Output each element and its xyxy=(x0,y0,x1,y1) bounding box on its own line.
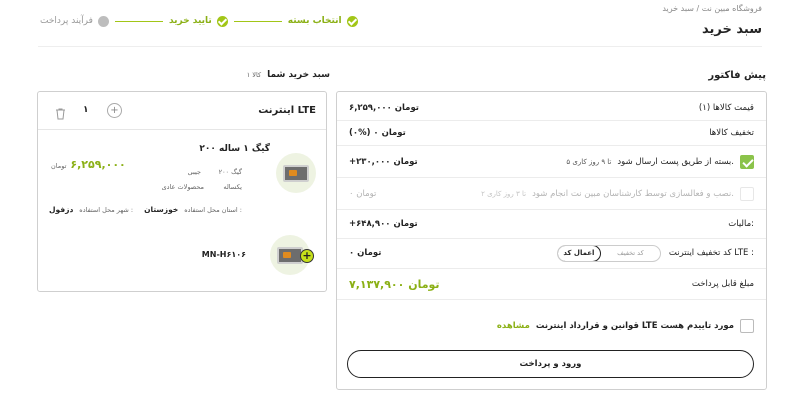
discount-label: تخفیف کالاها xyxy=(709,128,754,138)
coupon-row: ۰ تومان اعمال کد کد تخفیف کد تخفیف اینتر… xyxy=(337,242,766,264)
page-title: سبد خرید xyxy=(702,22,762,37)
cart-count: ۱ کالا xyxy=(246,71,262,79)
shipping-option[interactable]: +۲۳۰,۰۰۰ تومان ۵ تا ۹ روز کاری بسته از ط… xyxy=(337,149,766,175)
divider xyxy=(337,145,766,146)
sim-package-image xyxy=(276,153,316,193)
step-connector xyxy=(233,20,282,22)
terms-checkbox[interactable] xyxy=(740,319,754,333)
items-price-value: ۶,۲۵۹,۰۰۰ تومان xyxy=(349,103,419,113)
province-label: استان محل استفاده : xyxy=(184,205,242,214)
cart-section-title: اینترنت LTE xyxy=(258,105,316,116)
quantity-value[interactable]: ۱ xyxy=(83,105,89,115)
city-label: شهر محل استفاده : xyxy=(79,205,134,214)
shipping-label: بسته از طریق پست ارسال شود. xyxy=(617,157,734,167)
payable-row: ۷,۱۳۷,۹۰۰ تومان مبلغ قابل پرداخت xyxy=(337,273,766,295)
spec-category: محصولات عادی xyxy=(161,183,204,191)
items-price-label: قیمت کالاها (۱) xyxy=(698,103,754,113)
shipping-value: +۲۳۰,۰۰۰ تومان xyxy=(349,157,418,167)
price-unit: تومان xyxy=(51,162,67,170)
cart-section-header: اینترنت LTE ۱ + xyxy=(38,92,326,130)
province-row: خوزستان استان محل استفاده : xyxy=(144,205,242,214)
product-price: تومان ۶,۲۵۹,۰۰۰ xyxy=(51,158,126,171)
breadcrumb[interactable]: فروشگاه مبین نت / سبد خرید xyxy=(662,4,762,13)
price-value: ۶,۲۵۹,۰۰۰ xyxy=(70,158,126,171)
install-checkbox[interactable] xyxy=(740,187,754,201)
shipping-checkbox[interactable] xyxy=(740,155,754,169)
tax-row: +۶۴۸,۹۰۰ تومان مالیات: xyxy=(337,213,766,235)
coupon-input[interactable]: کد تخفیف xyxy=(601,249,660,257)
header-divider xyxy=(38,46,762,47)
discount-value: (۰%) ۰ تومان xyxy=(349,128,406,138)
coupon-value: ۰ تومان xyxy=(349,248,382,258)
step-payment: فرآیند پرداخت xyxy=(40,15,109,27)
install-note: ۲ تا ۳ روز کاری xyxy=(481,190,527,198)
step-package-label: انتخاب بسته xyxy=(287,16,342,26)
step-confirm-label: تایید خرید xyxy=(168,16,212,26)
check-icon xyxy=(216,15,228,27)
spec-volume: ۲۰۰ گیگ xyxy=(218,168,242,176)
cart-header: ۱ کالا سبد خرید شما xyxy=(247,70,330,80)
terms-link[interactable]: مشاهده xyxy=(497,321,530,331)
divider xyxy=(337,268,766,269)
check-icon xyxy=(346,15,358,27)
install-label: نصب و فعالسازی توسط کارشناسان مبین نت ان… xyxy=(532,189,734,199)
discount-row: (۰%) ۰ تومان تخفیف کالاها xyxy=(337,123,766,143)
pending-icon xyxy=(97,15,109,27)
cart-title: سبد خرید شما xyxy=(267,70,330,80)
modem-code: MN-H۶۱۰۶ xyxy=(201,250,246,259)
city-value: دزفول xyxy=(49,205,74,214)
step-payment-label: فرآیند پرداخت xyxy=(40,16,93,26)
payable-label: مبلغ قابل پرداخت xyxy=(691,279,754,289)
product-name: ۲۰۰ گیگ ۱ ساله xyxy=(199,144,270,154)
terms-text: قوانین و قرارداد اینترنت LTE مورد تاییدم… xyxy=(535,321,734,331)
spec-duration: یکساله xyxy=(223,183,242,191)
add-modem-icon[interactable]: + xyxy=(300,249,314,263)
router-icon xyxy=(283,164,309,182)
divider xyxy=(337,299,766,300)
product-info: ۲۰۰ گیگ ۱ ساله xyxy=(199,144,270,154)
divider xyxy=(337,238,766,239)
step-connector xyxy=(114,20,163,22)
cart-card: اینترنت LTE ۱ + ۲۰۰ گیگ ۱ ساله ۲۰۰ گیگ ج… xyxy=(37,91,327,292)
plus-icon[interactable]: + xyxy=(107,103,122,118)
tax-label: مالیات: xyxy=(728,219,754,229)
install-value: ۰ تومان xyxy=(349,189,377,199)
step-package: انتخاب بسته xyxy=(287,15,358,27)
province-value: خوزستان xyxy=(144,205,179,214)
divider xyxy=(337,209,766,210)
shipping-note: ۵ تا ۹ روز کاری xyxy=(566,158,612,166)
invoice-title: پیش فاکتور xyxy=(708,70,766,81)
coupon-label: کد تخفیف اینترنت LTE : xyxy=(668,248,754,258)
checkout-steps: فرآیند پرداخت تایید خرید انتخاب بسته xyxy=(40,12,358,30)
install-option[interactable]: ۰ تومان ۲ تا ۳ روز کاری نصب و فعالسازی ت… xyxy=(337,181,766,207)
step-confirm: تایید خرید xyxy=(168,15,228,27)
apply-coupon-button[interactable]: اعمال کد xyxy=(557,245,601,261)
divider xyxy=(337,120,766,121)
trash-icon[interactable] xyxy=(54,105,67,120)
spec-type: جیبی xyxy=(187,168,201,176)
payable-value: ۷,۱۳۷,۹۰۰ تومان xyxy=(349,277,440,291)
invoice-card: ۶,۲۵۹,۰۰۰ تومان قیمت کالاها (۱) (۰%) ۰ ت… xyxy=(336,91,767,390)
coupon-box: اعمال کد کد تخفیف xyxy=(556,244,661,262)
divider xyxy=(337,177,766,178)
tax-value: +۶۴۸,۹۰۰ تومان xyxy=(349,219,418,229)
items-price-row: ۶,۲۵۹,۰۰۰ تومان قیمت کالاها (۱) xyxy=(337,98,766,118)
city-row: دزفول شهر محل استفاده : xyxy=(49,205,133,214)
login-pay-button[interactable]: ورود و پرداخت xyxy=(347,350,754,378)
terms-row: مشاهده قوانین و قرارداد اینترنت LTE مورد… xyxy=(337,317,766,335)
